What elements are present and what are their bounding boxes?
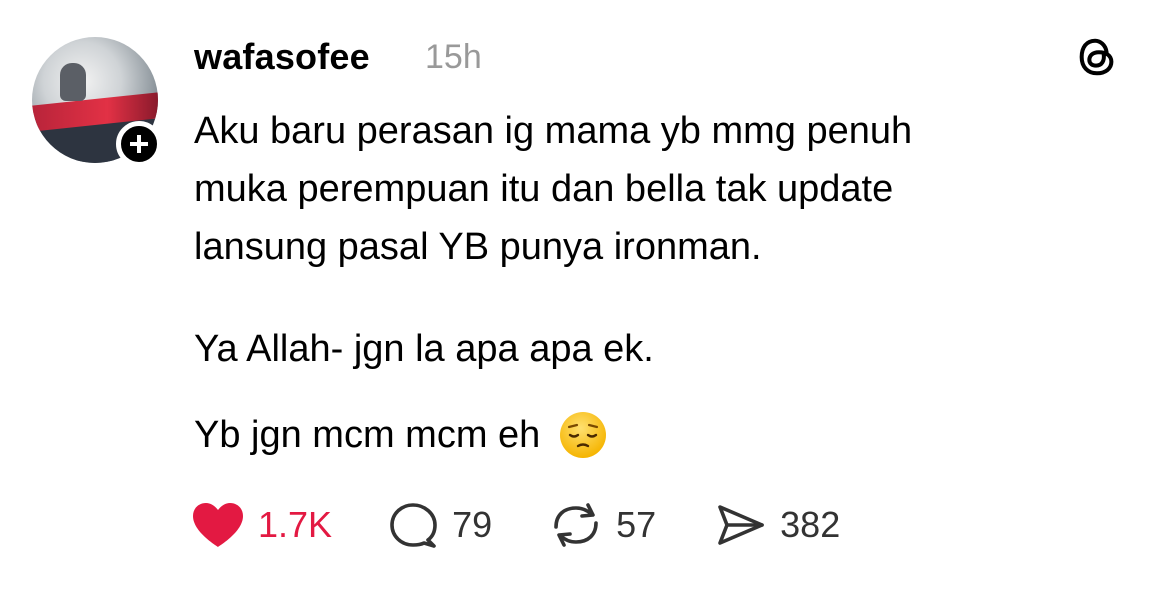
timestamp: 15h xyxy=(425,38,482,76)
post-paragraph-2: Ya Allah- jgn la apa apa ek. xyxy=(194,328,654,370)
plus-icon xyxy=(130,135,148,153)
comment-count: 79 xyxy=(452,504,493,545)
comment-button[interactable]: 79 xyxy=(388,501,492,549)
heart-icon xyxy=(193,503,243,547)
post-body: Aku baru perasan ig mama yb mmg penuh mu… xyxy=(194,102,1114,276)
post-text-line: lansung pasal YB punya ironman. xyxy=(194,226,762,268)
share-button[interactable]: 382 xyxy=(712,501,840,549)
like-button[interactable]: 1.7K xyxy=(190,501,332,549)
threads-logo-icon[interactable] xyxy=(1074,34,1120,80)
post-text-line: Aku baru perasan ig mama yb mmg penuh xyxy=(194,110,913,152)
share-icon xyxy=(718,505,764,545)
repost-button[interactable]: 57 xyxy=(548,501,656,549)
repost-count: 57 xyxy=(616,504,657,545)
comment-icon xyxy=(390,503,437,548)
repost-icon xyxy=(554,503,598,547)
pensive-face-icon xyxy=(560,412,607,458)
post-paragraph-3: Yb jgn mcm mcm eh xyxy=(194,406,608,464)
like-count: 1.7K xyxy=(258,504,333,545)
avatar-container[interactable] xyxy=(32,37,162,167)
post-actions: 1.7K 79 57 382 xyxy=(190,500,896,550)
username[interactable]: wafasofee xyxy=(194,36,370,78)
post-text-line: muka perempuan itu dan bella tak update xyxy=(194,168,894,210)
post-paragraph-3-text: Yb jgn mcm mcm eh xyxy=(194,414,541,456)
share-count: 382 xyxy=(780,504,841,545)
follow-button[interactable] xyxy=(116,121,162,167)
